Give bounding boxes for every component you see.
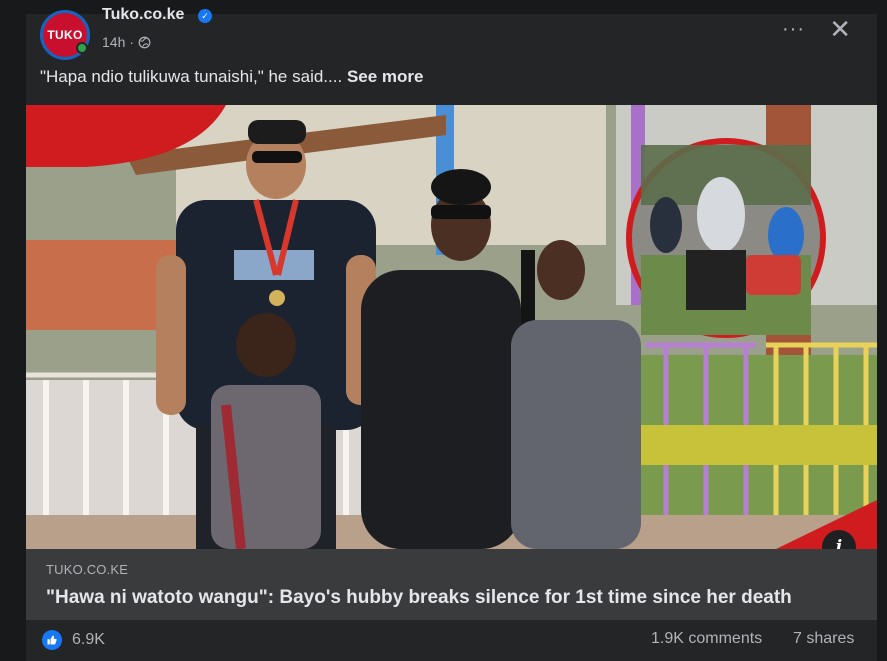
like-icon[interactable] [42, 630, 62, 650]
link-preview[interactable]: TUKO.CO.KE "Hawa ni watoto wangu": Bayo'… [26, 549, 877, 620]
comment-count[interactable]: 1.9K comments [651, 630, 762, 648]
globe-icon [138, 36, 151, 48]
post-header: TUKO Tuko.co.ke ✓ 14h · ··· ✕ [26, 6, 877, 64]
close-icon[interactable]: ✕ [829, 14, 851, 45]
verified-icon: ✓ [198, 9, 212, 23]
link-domain: TUKO.CO.KE [46, 562, 129, 577]
post-card: TUKO Tuko.co.ke ✓ 14h · ··· ✕ "Hapa ndio… [26, 6, 877, 661]
see-more-link[interactable]: See more [347, 67, 424, 86]
like-count[interactable]: 6.9K [72, 631, 105, 649]
post-caption: "Hapa ndio tulikuwa tunaishi," he said..… [40, 67, 423, 87]
post-meta: 14h · [102, 34, 151, 50]
post-footer: 6.9K 1.9K comments 7 shares [26, 620, 877, 661]
link-headline[interactable]: "Hawa ni watoto wangu": Bayo's hubby bre… [46, 587, 792, 609]
caption-text: "Hapa ndio tulikuwa tunaishi," he said..… [40, 67, 343, 86]
dot-separator: · [129, 34, 135, 50]
post-time[interactable]: 14h [102, 34, 125, 50]
more-icon[interactable]: ··· [782, 18, 805, 41]
post-photo[interactable] [26, 105, 877, 549]
logo-text: TUKO [47, 28, 83, 42]
share-count[interactable]: 7 shares [793, 630, 854, 648]
source-name[interactable]: Tuko.co.ke [102, 6, 184, 24]
online-status-dot [76, 42, 88, 54]
